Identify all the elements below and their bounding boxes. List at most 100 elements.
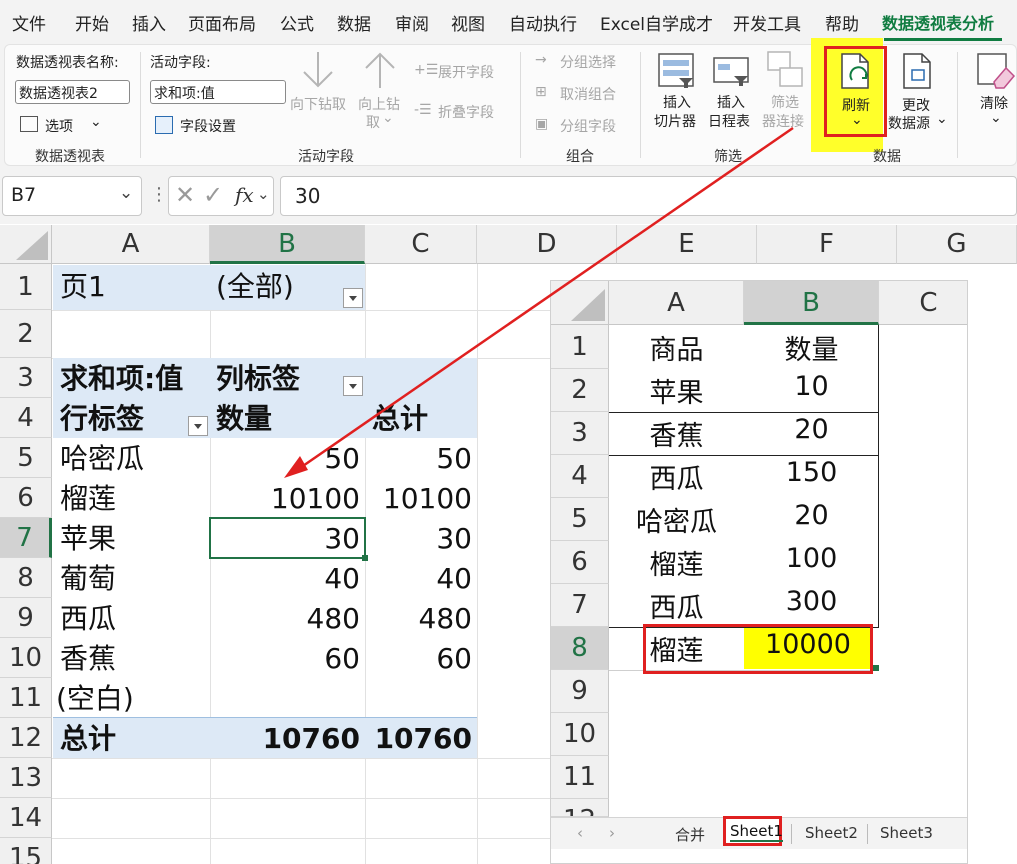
row-qty: 10100	[270, 482, 360, 515]
row-header-3[interactable]: 3	[551, 412, 609, 455]
collapse-field-button[interactable]: 折叠字段	[438, 102, 494, 122]
expand-field-button[interactable]: 展开字段	[438, 62, 494, 82]
data-qty: 10	[794, 371, 829, 402]
row-header-2[interactable]: 2	[0, 310, 52, 358]
menu-file[interactable]: 文件	[12, 10, 46, 35]
options-button[interactable]: 选项	[45, 116, 73, 136]
menu-review[interactable]: 审阅	[395, 10, 429, 35]
field-settings-button[interactable]: 字段设置	[180, 116, 236, 136]
tab-scroll-right-icon[interactable]: ›	[609, 824, 615, 842]
col-header-c[interactable]: C	[365, 225, 477, 264]
row-header-2[interactable]: 2	[551, 369, 609, 412]
insert-function-icon[interactable]: fx	[235, 183, 254, 207]
row-header-6[interactable]: 6	[551, 541, 609, 584]
sheet-tab-sheet2[interactable]: Sheet2	[805, 824, 858, 842]
menu-formulas[interactable]: 公式	[280, 10, 314, 35]
menu-data[interactable]: 数据	[337, 10, 371, 35]
row-header-12[interactable]: 12	[551, 799, 609, 817]
row-header-7[interactable]: 7	[0, 518, 52, 558]
clear-icon	[977, 53, 1016, 89]
row-header-1[interactable]: 1	[0, 264, 52, 310]
row-header-14[interactable]: 14	[0, 798, 52, 838]
col-header-g[interactable]: G	[897, 225, 1017, 264]
row-filter-dropdown[interactable]	[188, 416, 208, 436]
menu-developer[interactable]: 开发工具	[733, 10, 801, 35]
name-box[interactable]: B7 ⌄	[2, 176, 142, 216]
table-border	[609, 455, 879, 456]
row-header-5[interactable]: 5	[0, 438, 52, 478]
enter-icon[interactable]: ✓	[203, 181, 223, 209]
page-filter-dropdown[interactable]	[343, 288, 363, 308]
row-header-8[interactable]: 8	[551, 627, 609, 670]
row-header-10[interactable]: 10	[551, 713, 609, 756]
change-source-button[interactable]: 数据源	[888, 113, 930, 133]
tab-pivot-analyze[interactable]: 数据透视表分析	[882, 10, 994, 34]
refresh-icon	[841, 53, 869, 89]
chevron-down-icon[interactable]: ⌄	[119, 183, 133, 203]
col-header-d[interactable]: D	[477, 225, 617, 264]
active-field-input[interactable]: 求和项:值	[150, 80, 286, 104]
ungroup-button[interactable]: 取消组合	[560, 84, 616, 104]
row-header-6[interactable]: 6	[0, 478, 52, 518]
sheet-tab-merge[interactable]: 合并	[675, 824, 705, 845]
col-header-b[interactable]: B	[210, 225, 365, 264]
sheet-tab-bar: ‹ › 合并 Sheet1 Sheet2 Sheet3	[551, 816, 967, 849]
row-item: 榴莲	[60, 482, 117, 515]
change-source-chevron-icon[interactable]: ⌄	[936, 111, 948, 127]
col-header-b[interactable]: B	[744, 281, 879, 325]
select-all-corner[interactable]	[551, 281, 609, 325]
pivot-name-input[interactable]: 数据透视表2	[15, 80, 130, 104]
group-selection-button[interactable]: 分组选择	[560, 52, 616, 72]
drill-up-chevron-icon: ⌄	[382, 110, 394, 126]
refresh-chevron-icon[interactable]: ⌄	[851, 112, 863, 128]
col-header-a[interactable]: A	[609, 281, 744, 325]
row-item: 西瓜	[60, 602, 117, 635]
row-header-4[interactable]: 4	[551, 455, 609, 498]
row-header-4[interactable]: 4	[0, 398, 52, 438]
row-header-1[interactable]: 1	[551, 325, 609, 369]
row-header-10[interactable]: 10	[0, 638, 52, 678]
options-chevron-icon[interactable]: ⌄	[90, 114, 102, 130]
col-header-e[interactable]: E	[617, 225, 757, 264]
col-header-c[interactable]: C	[879, 281, 967, 325]
row-header-9[interactable]: 9	[0, 598, 52, 638]
row-header-11[interactable]: 11	[551, 756, 609, 799]
menu-automate[interactable]: 自动执行	[509, 10, 577, 35]
insert-slicer-label-1: 插入	[663, 95, 691, 111]
menu-home[interactable]: 开始	[75, 10, 109, 35]
row-header-12[interactable]: 12	[0, 718, 52, 758]
row-header-9[interactable]: 9	[551, 670, 609, 713]
row-header-8[interactable]: 8	[0, 558, 52, 598]
cancel-icon[interactable]: ✕	[175, 181, 195, 209]
row-header-13[interactable]: 13	[0, 758, 52, 798]
menu-page-layout[interactable]: 页面布局	[188, 10, 256, 35]
group-field-button[interactable]: 分组字段	[560, 116, 616, 136]
fx-chevron-icon[interactable]: ⌄	[257, 185, 270, 203]
sheet-tab-sheet3[interactable]: Sheet3	[880, 824, 933, 842]
formula-input[interactable]: 30	[280, 176, 1017, 216]
menu-excel-self-learning[interactable]: Excel自学成才	[600, 10, 713, 35]
drill-down-button[interactable]: 向下钻取	[290, 94, 346, 114]
row-header-15[interactable]: 15	[0, 838, 52, 864]
row-header-11[interactable]: 11	[0, 678, 52, 718]
menu-insert[interactable]: 插入	[132, 10, 166, 35]
row-header-5[interactable]: 5	[551, 498, 609, 541]
drill-up-icon	[365, 52, 395, 88]
filter-connections-button[interactable]: 器连接	[762, 111, 804, 131]
select-all-corner[interactable]	[0, 225, 52, 264]
col-header-a[interactable]: A	[52, 225, 210, 264]
tab-divider	[867, 824, 868, 844]
menu-help[interactable]: 帮助	[825, 10, 859, 35]
row-header-3[interactable]: 3	[0, 358, 52, 398]
sheet-tab-sheet1[interactable]: Sheet1	[730, 822, 783, 842]
tab-scroll-left-icon[interactable]: ‹	[577, 824, 583, 842]
column-filter-dropdown[interactable]	[343, 376, 363, 396]
col-header-f[interactable]: F	[757, 225, 897, 264]
insert-slicer-button[interactable]: 切片器	[654, 111, 696, 131]
row-header-7[interactable]: 7	[551, 584, 609, 627]
menu-view[interactable]: 视图	[451, 10, 485, 35]
row-total: 30	[436, 522, 472, 555]
insert-timeline-button[interactable]: 日程表	[708, 111, 750, 131]
clear-chevron-icon[interactable]: ⌄	[990, 110, 1002, 126]
page-field-value[interactable]: (全部)	[216, 267, 294, 307]
